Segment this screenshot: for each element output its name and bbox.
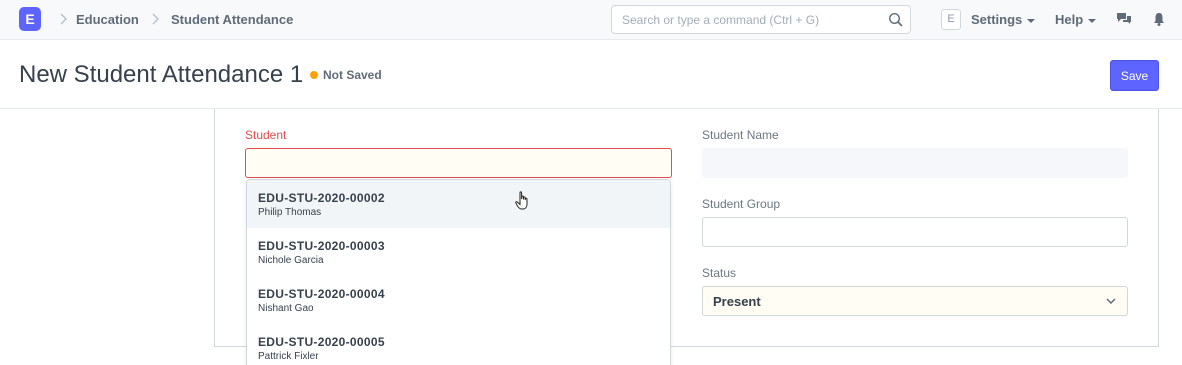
student-group-label: Student Group xyxy=(702,197,781,211)
chevron-down-icon xyxy=(1105,295,1117,307)
student-name: Philip Thomas xyxy=(258,207,322,218)
help-label: Help xyxy=(1055,12,1084,27)
list-item[interactable]: EDU-STU-2020-00002 Philip Thomas xyxy=(247,180,670,228)
student-name: Nishant Gao xyxy=(258,303,314,314)
list-item[interactable]: EDU-STU-2020-00004 Nishant Gao xyxy=(247,276,670,324)
list-item[interactable]: EDU-STU-2020-00005 Pattrick Fixler xyxy=(247,324,670,365)
student-name-field xyxy=(702,148,1128,178)
status-label: Status xyxy=(702,266,737,280)
avatar[interactable]: E xyxy=(941,9,961,30)
student-id: EDU-STU-2020-00003 xyxy=(258,239,385,253)
status-value: Present xyxy=(713,294,761,309)
student-name: Nichole Garcia xyxy=(258,255,324,266)
settings-menu[interactable]: Settings xyxy=(971,12,1036,27)
bell-icon[interactable] xyxy=(1151,11,1167,27)
student-id: EDU-STU-2020-00005 xyxy=(258,335,385,349)
status-text: Not Saved xyxy=(323,68,382,82)
chevron-right-icon xyxy=(57,11,71,27)
student-group-input[interactable] xyxy=(702,217,1128,247)
app-logo[interactable]: E xyxy=(19,7,41,31)
chevron-right-icon xyxy=(149,11,163,27)
awesomebar xyxy=(611,5,911,34)
list-item[interactable]: EDU-STU-2020-00003 Nichole Garcia xyxy=(247,228,670,276)
student-id: EDU-STU-2020-00002 xyxy=(258,191,385,205)
status-select[interactable]: Present xyxy=(702,286,1128,316)
help-menu[interactable]: Help xyxy=(1055,12,1097,27)
student-dropdown: EDU-STU-2020-00002 Philip Thomas EDU-STU… xyxy=(246,179,671,365)
navbar: E Education Student Attendance E Setting… xyxy=(0,0,1182,40)
hand-pointer-icon xyxy=(515,191,531,211)
search-input[interactable] xyxy=(612,6,882,33)
caret-down-icon xyxy=(1027,18,1036,23)
page-title: New Student Attendance 1 xyxy=(19,61,304,88)
student-id: EDU-STU-2020-00004 xyxy=(258,287,385,301)
caret-down-icon xyxy=(1088,18,1097,23)
student-name: Pattrick Fixler xyxy=(258,351,319,362)
student-input[interactable] xyxy=(245,148,672,178)
breadcrumb-education[interactable]: Education xyxy=(76,12,139,27)
breadcrumb-student-attendance[interactable]: Student Attendance xyxy=(171,12,293,27)
student-name-label: Student Name xyxy=(702,128,779,142)
page-head: New Student Attendance 1 Not Saved Save xyxy=(0,41,1182,109)
status-indicator: Not Saved xyxy=(310,68,382,82)
search-icon[interactable] xyxy=(888,12,904,28)
student-label: Student xyxy=(245,128,287,142)
chat-icon[interactable] xyxy=(1116,11,1132,27)
status-dot xyxy=(310,71,318,79)
settings-label: Settings xyxy=(971,12,1023,27)
save-button[interactable]: Save xyxy=(1110,60,1159,91)
